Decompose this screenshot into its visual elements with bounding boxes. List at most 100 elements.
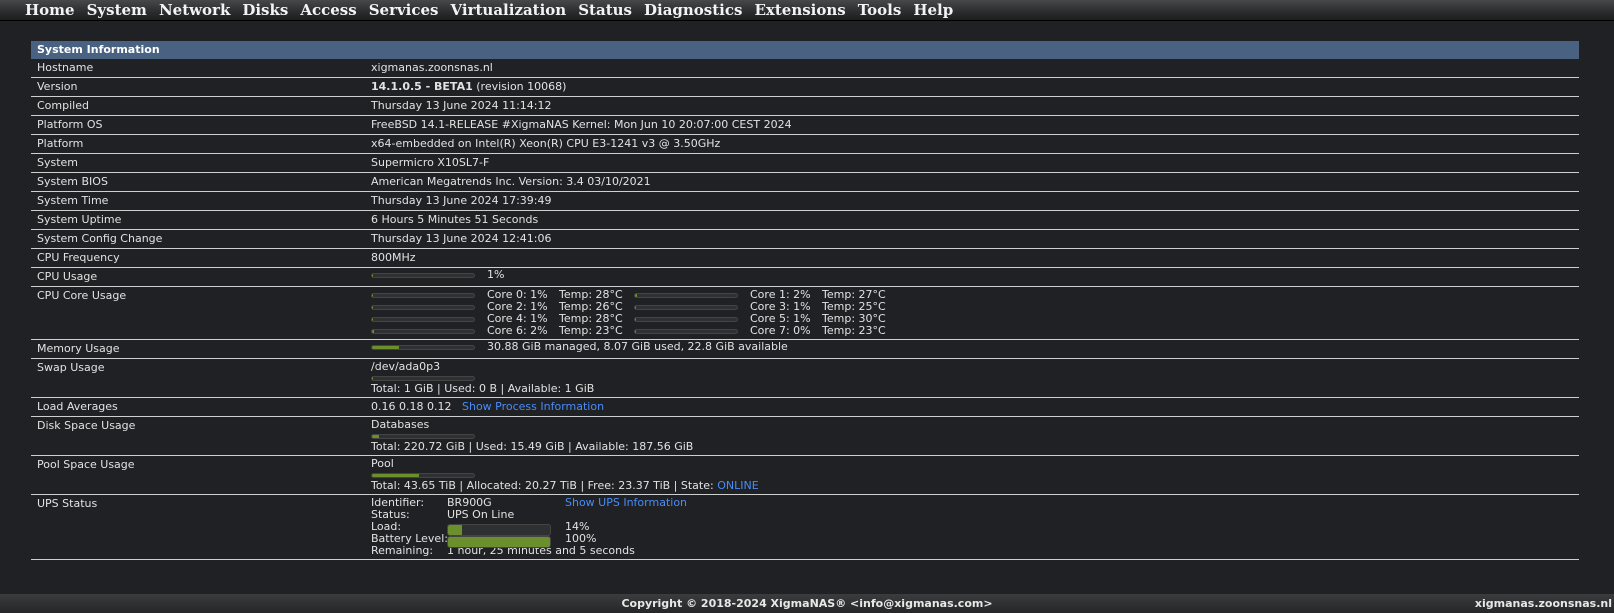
core-bar-fill <box>635 317 637 321</box>
pool-name: Pool <box>371 457 394 470</box>
row-version: Version 14.1.0.5 - BETA1 (revision 10068… <box>31 78 1579 97</box>
footer-hostname: xigmanas.zoonsnas.nl <box>1474 597 1612 610</box>
core-temp: Temp: 23°C <box>559 324 623 337</box>
row-pool-space-usage: Pool Space Usage Pool Total: 43.65 TiB |… <box>31 456 1579 495</box>
show-ups-information-link[interactable]: Show UPS Information <box>565 497 765 509</box>
memory-usage-bar-fill <box>372 345 399 349</box>
nav-status[interactable]: Status <box>578 1 632 19</box>
footer: Copyright © 2018-2024 XigmaNAS® <info@xi… <box>0 594 1614 613</box>
bios-value: American Megatrends Inc. Version: 3.4 03… <box>371 175 651 188</box>
row-label: Swap Usage <box>37 361 105 374</box>
pool-usage-bar-fill <box>372 473 419 477</box>
row-label: Version <box>37 80 78 93</box>
uptime-value: 6 Hours 5 Minutes 51 Seconds <box>371 213 539 226</box>
cpu-usage-value: 1% <box>371 268 1579 282</box>
memory-usage-bar <box>371 344 475 350</box>
core-bar <box>371 316 475 322</box>
memory-usage-value: 30.88 GiB managed, 8.07 GiB used, 22.8 G… <box>371 340 1579 354</box>
cpu-frequency-value: 800MHz <box>371 251 416 264</box>
row-system: System Supermicro X10SL7-F <box>31 154 1579 173</box>
row-platform-os: Platform OS FreeBSD 14.1-RELEASE #XigmaN… <box>31 116 1579 135</box>
row-swap-usage: Swap Usage /dev/ada0p3 Total: 1 GiB | Us… <box>31 359 1579 398</box>
row-system-time: System Time Thursday 13 June 2024 17:39:… <box>31 192 1579 211</box>
pool-totals: Total: 43.65 TiB | Allocated: 20.27 TiB … <box>371 479 718 492</box>
system-information-panel: System Information Hostname xigmanas.zoo… <box>31 41 1579 560</box>
row-compiled: Compiled Thursday 13 June 2024 11:14:12 <box>31 97 1579 116</box>
row-hostname: Hostname xigmanas.zoonsnas.nl <box>31 59 1579 78</box>
row-label: CPU Core Usage <box>37 289 127 302</box>
core-bar <box>371 292 475 298</box>
ups-status-value: Identifier: BR900G Show UPS Information … <box>371 495 1579 559</box>
core-bar-fill <box>635 305 637 309</box>
core-item: Core 7: 0% Temp: 23°C <box>634 324 897 337</box>
cpu-usage-bar <box>371 272 475 278</box>
nav-home[interactable]: Home <box>25 1 75 19</box>
nav-extensions[interactable]: Extensions <box>754 1 845 19</box>
row-label: Platform OS <box>37 118 103 131</box>
row-disk-space-usage: Disk Space Usage Databases Total: 220.72… <box>31 417 1579 456</box>
row-cpu-core-usage: CPU Core Usage Core 0: 1% Temp: 28°C Core… <box>31 287 1579 340</box>
ups-load-bar-fill <box>448 525 463 535</box>
nav-access[interactable]: Access <box>300 1 356 19</box>
core-bar <box>634 328 738 334</box>
row-bios: System BIOS American Megatrends Inc. Ver… <box>31 173 1579 192</box>
row-label: UPS Status <box>37 497 98 510</box>
swap-usage-bar-fill <box>372 376 374 380</box>
nav-disks[interactable]: Disks <box>242 1 288 19</box>
row-ups-status: UPS Status Identifier: BR900G Show UPS I… <box>31 495 1579 560</box>
nav-network[interactable]: Network <box>159 1 230 19</box>
nav-system[interactable]: System <box>87 1 147 19</box>
system-value: Supermicro X10SL7-F <box>371 156 490 169</box>
row-label: Memory Usage <box>37 342 120 355</box>
core-label: Core 7: 0% <box>750 324 811 337</box>
swap-device: /dev/ada0p3 <box>371 360 441 373</box>
row-label: Hostname <box>37 61 94 74</box>
cpu-usage-bar-fill <box>372 273 374 277</box>
memory-usage-text: 30.88 GiB managed, 8.07 GiB used, 22.8 G… <box>487 340 788 353</box>
show-process-information-link[interactable]: Show Process Information <box>462 400 604 413</box>
row-label: Compiled <box>37 99 89 112</box>
cpu-core-usage-value: Core 0: 1% Temp: 28°C Core 1: 2% Temp: 27°… <box>371 287 1579 339</box>
core-bar-fill <box>372 317 374 321</box>
nav-diagnostics[interactable]: Diagnostics <box>644 1 742 19</box>
config-change-value: Thursday 13 June 2024 12:41:06 <box>371 232 552 245</box>
row-label: Pool Space Usage <box>37 458 135 471</box>
pool-state-link[interactable]: ONLINE <box>717 479 758 492</box>
row-label: Load Averages <box>37 400 118 413</box>
row-cpu-frequency: CPU Frequency 800MHz <box>31 249 1579 268</box>
swap-totals: Total: 1 GiB | Used: 0 B | Available: 1 … <box>371 382 595 395</box>
system-time-value: Thursday 13 June 2024 17:39:49 <box>371 194 552 207</box>
row-uptime: System Uptime 6 Hours 5 Minutes 51 Secon… <box>31 211 1579 230</box>
compiled-value: Thursday 13 June 2024 11:14:12 <box>371 99 552 112</box>
ups-load-bar <box>447 524 551 536</box>
nav-services[interactable]: Services <box>369 1 439 19</box>
nav-help[interactable]: Help <box>913 1 953 19</box>
row-memory-usage: Memory Usage 30.88 GiB managed, 8.07 GiB… <box>31 340 1579 359</box>
core-bar <box>634 316 738 322</box>
row-label: System Uptime <box>37 213 122 226</box>
ups-load-bar-cell <box>447 521 565 536</box>
pool-totals-line: Total: 43.65 TiB | Allocated: 20.27 TiB … <box>371 480 1579 492</box>
row-label: Disk Space Usage <box>37 419 136 432</box>
core-bar-fill <box>635 329 637 333</box>
hostname-value: xigmanas.zoonsnas.nl <box>371 61 493 74</box>
nav-tools[interactable]: Tools <box>858 1 902 19</box>
row-label: Platform <box>37 137 84 150</box>
disk-totals: Total: 220.72 GiB | Used: 15.49 GiB | Av… <box>371 440 694 453</box>
pool-usage-bar <box>371 472 475 478</box>
nav-virtualization[interactable]: Virtualization <box>451 1 567 19</box>
ups-remaining-label: Remaining: <box>371 544 434 557</box>
disk-usage-bar-fill <box>372 434 380 438</box>
platform-value: x64-embedded on Intel(R) Xeon(R) CPU E3-… <box>371 137 721 150</box>
footer-copyright: Copyright © 2018-2024 XigmaNAS® <info@xi… <box>621 597 993 610</box>
core-bar-fill <box>372 329 375 333</box>
version-value: 14.1.0.5 - BETA1 (revision 10068) <box>371 78 1579 96</box>
row-label: System BIOS <box>37 175 108 188</box>
core-label: Core 6: 2% <box>487 324 548 337</box>
row-label: System Time <box>37 194 109 207</box>
row-label: CPU Usage <box>37 270 98 283</box>
row-label: CPU Frequency <box>37 251 120 264</box>
core-bar <box>371 328 475 334</box>
version-number: 14.1.0.5 - BETA1 <box>371 80 473 93</box>
panel-title: System Information <box>31 41 1579 59</box>
